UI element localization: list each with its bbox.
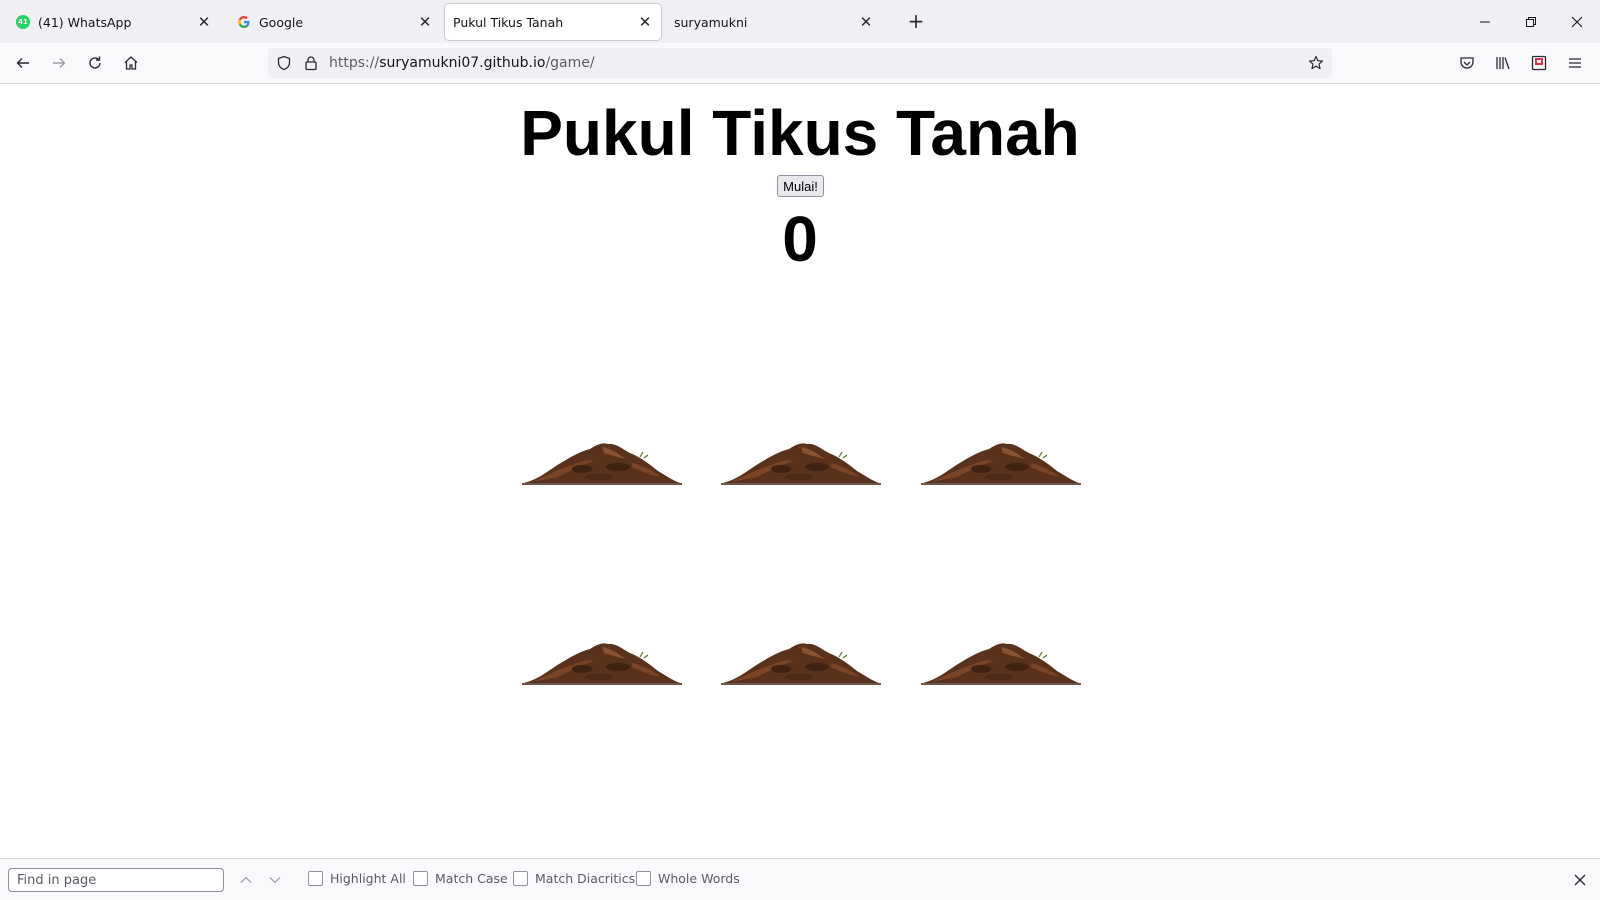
find-next-button[interactable]: [265, 870, 285, 890]
dirt-hole-1[interactable]: [522, 439, 682, 489]
chevron-down-icon: [269, 877, 281, 884]
whole-words-option[interactable]: Whole Words: [636, 871, 740, 886]
shield-icon[interactable]: [276, 55, 292, 71]
close-find-bar-button[interactable]: [1570, 870, 1590, 890]
new-tab-button[interactable]: +: [904, 10, 928, 34]
whole-words-checkbox[interactable]: [636, 871, 651, 886]
back-button[interactable]: [9, 49, 37, 77]
find-in-page-input[interactable]: [8, 868, 224, 892]
start-button[interactable]: Mulai!: [777, 175, 824, 197]
highlight-all-checkbox[interactable]: [308, 871, 323, 886]
tab-title: Google: [259, 14, 304, 30]
highlight-all-option[interactable]: Highlight All: [308, 871, 406, 886]
close-tab-icon[interactable]: ✕: [417, 14, 433, 30]
tab-google[interactable]: Google ✕: [225, 4, 441, 40]
hamburger-menu-icon: [1569, 58, 1581, 68]
tab-whatsapp[interactable]: 41 (41) WhatsApp ✕: [4, 4, 220, 40]
extension-icon: [1531, 55, 1547, 71]
close-icon: [1574, 874, 1586, 886]
tab-suryamukni[interactable]: suryamukni ✕: [666, 4, 882, 40]
match-diacritics-label: Match Diacritics: [535, 871, 636, 886]
dirt-hole-5[interactable]: [721, 639, 881, 689]
match-case-label: Match Case: [435, 871, 508, 886]
match-diacritics-option[interactable]: Match Diacritics: [513, 871, 635, 886]
match-case-checkbox[interactable]: [413, 871, 428, 886]
tab-title: Pukul Tikus Tanah: [453, 14, 564, 30]
menu-button[interactable]: [1561, 49, 1589, 77]
highlight-all-label: Highlight All: [330, 871, 406, 886]
forward-button[interactable]: [45, 49, 73, 77]
find-previous-button[interactable]: [236, 870, 256, 890]
home-icon: [124, 56, 138, 70]
score-display: 0: [782, 203, 818, 275]
library-icon: [1496, 57, 1510, 70]
close-tab-icon[interactable]: ✕: [637, 14, 653, 30]
restore-button[interactable]: [1508, 0, 1554, 43]
tab-pukul-tikus-tanah[interactable]: Pukul Tikus Tanah ✕: [445, 4, 661, 40]
address-bar[interactable]: https://suryamukni07.github.io/game/: [268, 48, 1332, 78]
tab-bar: 41 (41) WhatsApp ✕ Google ✕ Pukul Tikus …: [0, 0, 1600, 43]
reload-icon: [89, 56, 101, 69]
lock-icon[interactable]: [303, 55, 319, 71]
find-bar: Highlight All Match Case Match Diacritic…: [0, 858, 1600, 900]
minimize-button[interactable]: [1462, 0, 1508, 43]
bookmark-star-icon[interactable]: [1308, 55, 1324, 71]
match-diacritics-checkbox[interactable]: [513, 871, 528, 886]
extension-button[interactable]: [1525, 49, 1553, 77]
close-window-button[interactable]: [1554, 0, 1600, 43]
whole-words-label: Whole Words: [658, 871, 740, 886]
pocket-button[interactable]: [1453, 49, 1481, 77]
url-text[interactable]: https://suryamukni07.github.io/game/: [329, 55, 595, 71]
reload-button[interactable]: [81, 49, 109, 77]
close-tab-icon[interactable]: ✕: [196, 14, 212, 30]
library-button[interactable]: [1489, 49, 1517, 77]
whatsapp-icon: 41: [16, 15, 30, 29]
match-case-option[interactable]: Match Case: [413, 871, 508, 886]
dirt-hole-3[interactable]: [921, 439, 1081, 489]
navigation-toolbar: https://suryamukni07.github.io/game/: [0, 43, 1600, 84]
dirt-hole-2[interactable]: [721, 439, 881, 489]
pocket-icon: [1460, 57, 1474, 69]
back-arrow-icon: [16, 58, 29, 68]
chevron-up-icon: [240, 876, 252, 883]
forward-arrow-icon: [53, 58, 66, 68]
home-button[interactable]: [117, 49, 145, 77]
game-title: Pukul Tikus Tanah: [520, 97, 1080, 169]
tab-title: suryamukni: [674, 14, 748, 30]
page-content: Pukul Tikus Tanah Mulai! 0: [0, 84, 1600, 858]
google-icon: [237, 15, 251, 29]
close-tab-icon[interactable]: ✕: [858, 14, 874, 30]
dirt-hole-6[interactable]: [921, 639, 1081, 689]
tab-title: (41) WhatsApp: [38, 14, 132, 30]
dirt-hole-4[interactable]: [522, 639, 682, 689]
